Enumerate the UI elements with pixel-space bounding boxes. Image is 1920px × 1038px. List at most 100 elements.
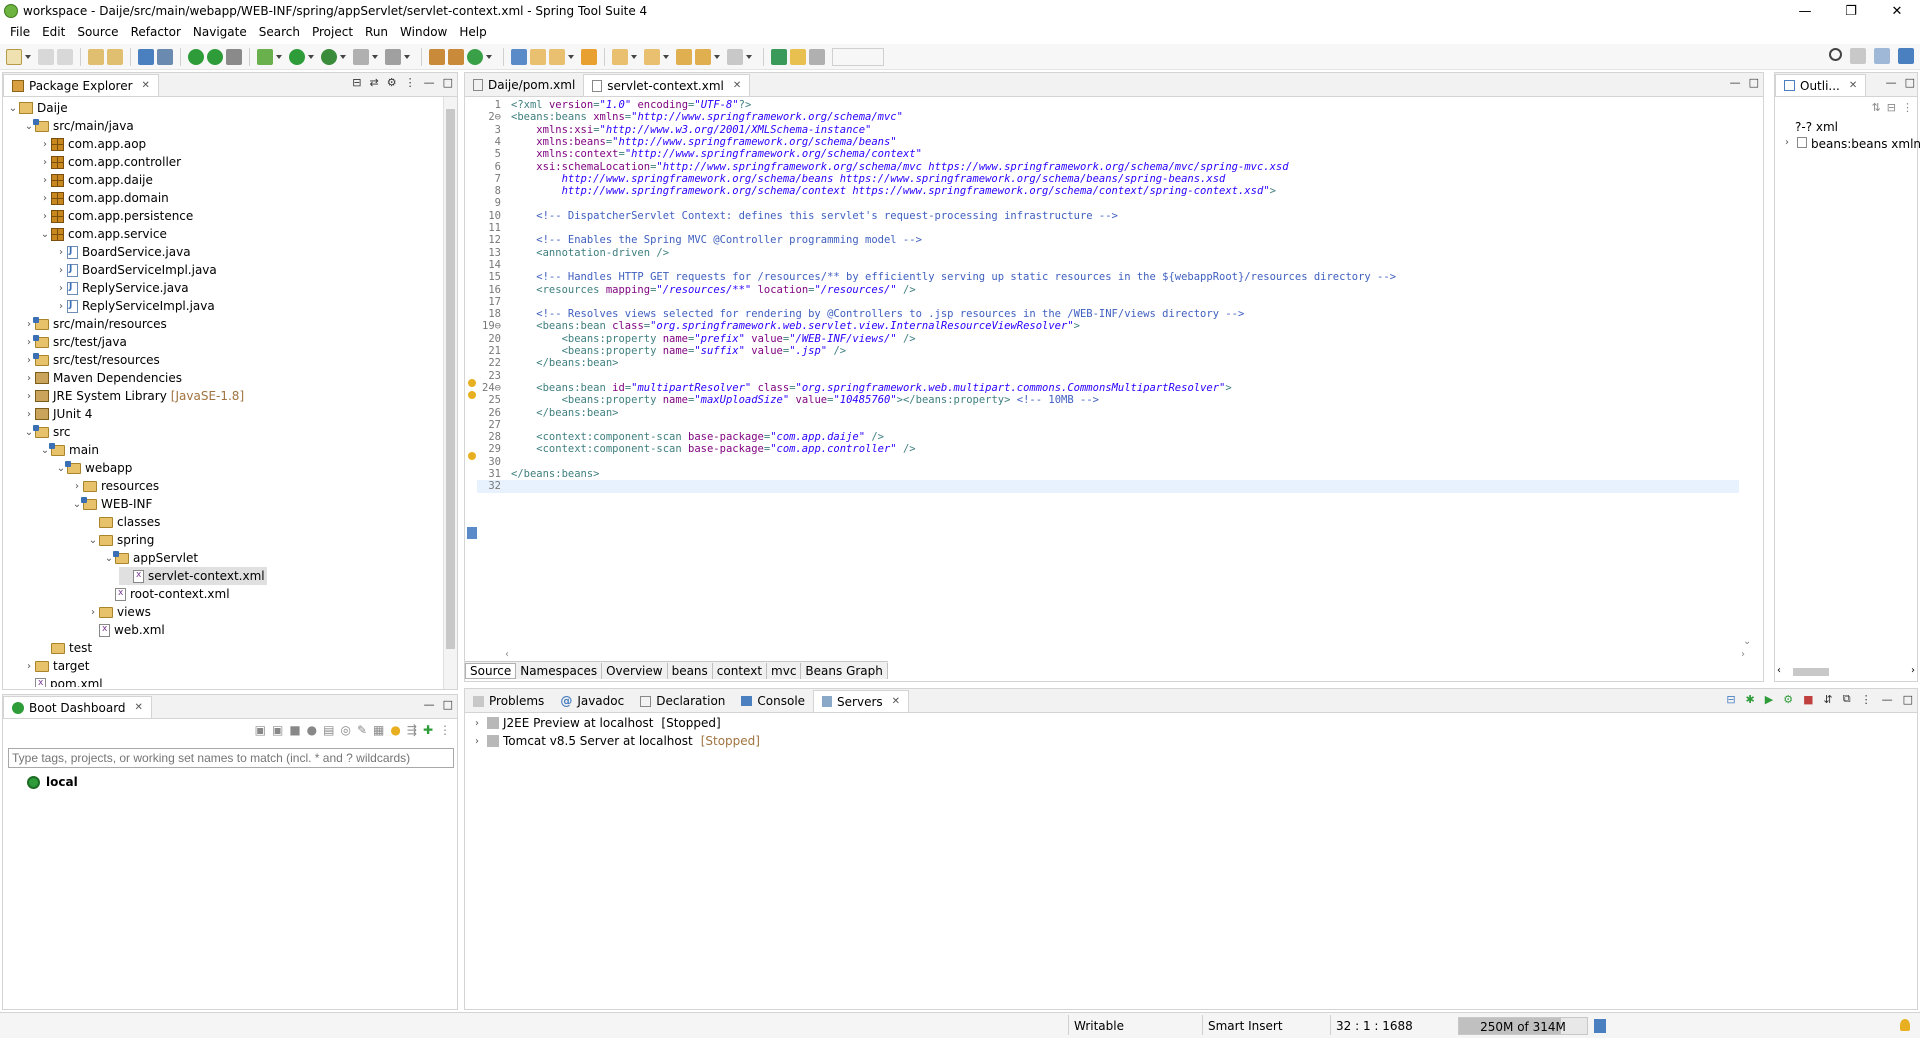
menu-search[interactable]: Search: [253, 25, 306, 39]
stop-server-icon[interactable]: ■: [1803, 693, 1813, 706]
menu-project[interactable]: Project: [306, 25, 359, 39]
view-menu-icon[interactable]: ⋮: [1902, 101, 1913, 114]
external-tools-icon[interactable]: [385, 48, 401, 65]
search-icon[interactable]: [549, 48, 565, 65]
tree-item[interactable]: › Maven Dependencies: [23, 369, 182, 387]
view-menu-icon[interactable]: ⋮: [1861, 693, 1872, 706]
outline-item-xml[interactable]: ?-? xml: [1795, 120, 1838, 134]
tree-item[interactable]: root-context.xml: [103, 585, 230, 603]
outline-hscrollbar[interactable]: ‹ ›: [1775, 665, 1917, 679]
menu-edit[interactable]: Edit: [36, 25, 71, 39]
tab-problems[interactable]: Problems: [465, 690, 552, 712]
tree-item[interactable]: › views: [87, 603, 151, 621]
tree-item[interactable]: › src/test/java: [23, 333, 127, 351]
pin-editor-icon[interactable]: [771, 48, 787, 65]
start-icon[interactable]: ▣: [255, 723, 266, 737]
tree-item[interactable]: › ReplyService.java: [55, 279, 189, 297]
menu-file[interactable]: File: [4, 25, 36, 39]
scroll-left-icon[interactable]: ‹: [505, 649, 509, 660]
scrollbar-thumb[interactable]: [446, 109, 455, 649]
chevron-right-icon[interactable]: ›: [23, 373, 35, 384]
bulb-icon[interactable]: [1900, 1019, 1910, 1031]
tree-item[interactable]: › src/main/resources: [23, 315, 167, 333]
menu-source[interactable]: Source: [71, 25, 124, 39]
code-line[interactable]: 1 <?xml version="1.0" encoding="UTF-8"?>: [477, 99, 1739, 111]
annotation-icon[interactable]: [581, 48, 597, 65]
tree-item[interactable]: classes: [87, 513, 160, 531]
restart-icon[interactable]: ●: [307, 723, 317, 737]
code-line[interactable]: 29 <context:component-scan base-package=…: [477, 443, 1739, 455]
chevron-right-icon[interactable]: ›: [471, 718, 483, 729]
code-line[interactable]: 25 <beans:property name="maxUploadSize" …: [477, 394, 1739, 406]
filter-icon[interactable]: ⚙: [387, 76, 397, 89]
chevron-right-icon[interactable]: ›: [39, 175, 51, 186]
tree-item[interactable]: ⌄ com.app.service: [39, 225, 167, 243]
minimize-icon[interactable]: —: [1730, 76, 1741, 89]
java-ee-perspective-icon[interactable]: [1874, 48, 1890, 64]
minimize-icon[interactable]: —: [1882, 693, 1893, 706]
tab-overview[interactable]: Overview: [602, 662, 668, 679]
chevron-right-icon[interactable]: ›: [39, 157, 51, 168]
chevron-right-icon[interactable]: ›: [1781, 137, 1793, 151]
server-row[interactable]: › Tomcat v8.5 Server at localhost [Stopp…: [471, 734, 760, 748]
code-line[interactable]: 22 </beans:bean>: [477, 357, 1739, 369]
tab-source[interactable]: Source: [465, 662, 517, 679]
chevron-right-icon[interactable]: ›: [55, 247, 67, 258]
tab-beans[interactable]: beans: [668, 662, 713, 679]
code-line[interactable]: 17: [477, 296, 1739, 308]
collapse-all-icon[interactable]: ⊟: [1887, 101, 1896, 114]
filter-icon[interactable]: ⇶: [407, 723, 417, 737]
menu-help[interactable]: Help: [453, 25, 492, 39]
minimize-icon[interactable]: —: [424, 76, 435, 89]
open-resource-icon[interactable]: [107, 48, 123, 65]
menu-run[interactable]: Run: [359, 25, 394, 39]
new-package-icon[interactable]: [448, 48, 464, 65]
code-line[interactable]: 10 <!-- DispatcherServlet Context: defin…: [477, 210, 1739, 222]
boot-dashboard-icon[interactable]: [188, 48, 204, 65]
gc-trash-icon[interactable]: [1594, 1019, 1606, 1033]
tree-item[interactable]: › ReplyServiceImpl.java: [55, 297, 215, 315]
chevron-right-icon[interactable]: ›: [55, 301, 67, 312]
chevron-right-icon[interactable]: ›: [23, 391, 35, 402]
previous-annotation-icon[interactable]: [644, 48, 660, 65]
debug-server-icon[interactable]: ✱: [1746, 693, 1755, 706]
close-icon[interactable]: ✕: [135, 702, 143, 713]
chevron-right-icon[interactable]: ›: [55, 265, 67, 276]
code-line[interactable]: 21 <beans:property name="suffix" value="…: [477, 345, 1739, 357]
view-menu-icon[interactable]: ⋮: [405, 76, 416, 89]
local-target[interactable]: local: [27, 775, 78, 789]
next-annotation-icon[interactable]: [612, 48, 628, 65]
tree-item[interactable]: test: [39, 639, 92, 657]
maximize-button[interactable]: ❐: [1828, 0, 1874, 22]
code-line[interactable]: 19⊖ <beans:bean class="org.springframewo…: [477, 320, 1739, 332]
code-line[interactable]: 2⊖ <beans:beans xmlns="http://www.springf…: [477, 111, 1739, 123]
tree-item[interactable]: ⌄ Daije: [7, 99, 68, 117]
tree-scrollbar[interactable]: [443, 97, 457, 689]
tab-mvc[interactable]: mvc: [767, 662, 802, 679]
maximize-icon[interactable]: □: [443, 76, 453, 89]
tree-item[interactable]: ⌄ spring: [87, 531, 155, 549]
run-icon[interactable]: [289, 48, 305, 65]
maximize-icon[interactable]: □: [1749, 76, 1759, 89]
tree-item[interactable]: › JUnit 4: [23, 405, 92, 423]
close-icon[interactable]: ✕: [1849, 80, 1857, 91]
code-line[interactable]: 15 <!-- Handles HTTP GET requests for /r…: [477, 271, 1739, 283]
view-menu-icon[interactable]: ⋮: [439, 723, 451, 737]
chevron-right-icon[interactable]: ›: [55, 283, 67, 294]
tree-item[interactable]: › com.app.domain: [39, 189, 169, 207]
vertical-scrollbar[interactable]: ⌄: [1740, 99, 1754, 649]
code-line[interactable]: 31 </beans:beans>: [477, 468, 1739, 480]
tab-beans-graph[interactable]: Beans Graph: [801, 662, 888, 679]
tab-console[interactable]: Console: [733, 690, 813, 712]
close-icon[interactable]: ✕: [733, 80, 741, 91]
tree-item[interactable]: › resources: [71, 477, 159, 495]
tab-context[interactable]: context: [713, 662, 768, 679]
chevron-right-icon[interactable]: ›: [471, 736, 483, 747]
console-icon[interactable]: ▤: [323, 723, 334, 737]
scroll-right-icon[interactable]: ›: [1741, 649, 1745, 660]
relaunch-icon[interactable]: [207, 48, 223, 65]
tab-declaration[interactable]: Declaration: [632, 690, 733, 712]
block-selection-icon[interactable]: [809, 48, 825, 65]
scroll-right-icon[interactable]: ›: [1911, 665, 1915, 676]
open-task-icon[interactable]: [511, 48, 527, 65]
